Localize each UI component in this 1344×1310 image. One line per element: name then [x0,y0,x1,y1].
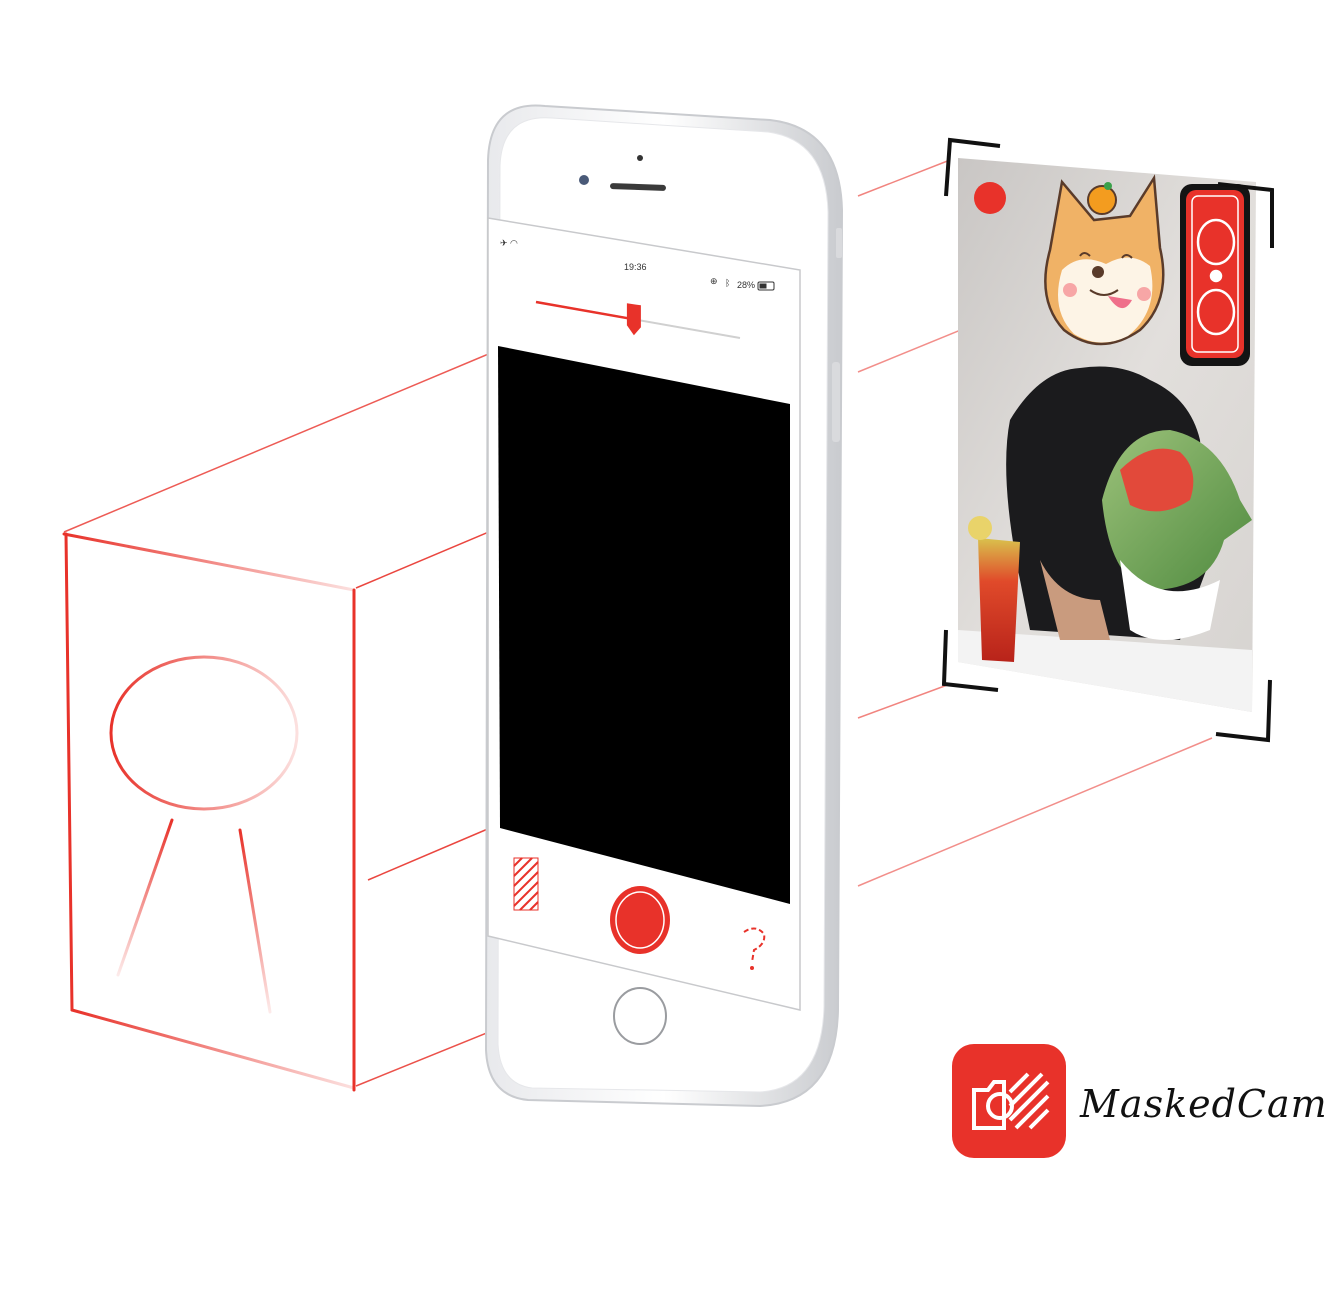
bluetooth-icon: ᛒ [725,278,730,288]
shiba-mask-sticker [1044,174,1165,346]
airplane-icon: ✈ ◠ [500,238,518,248]
figure-left-leg [116,818,174,977]
volume-button [832,362,840,442]
front-camera-icon [579,175,589,185]
shutter-button[interactable] [610,886,670,954]
camera-switch-toggle[interactable] [1180,184,1250,366]
maskedcam-logo-icon [952,1044,1066,1158]
battery-percent: 28% [737,280,755,290]
viewfinder [498,346,790,904]
brand-name: MaskedCam [1080,1082,1328,1126]
status-time: 19:36 [624,262,647,272]
juice-glass [978,538,1020,662]
figure-right-leg [238,828,272,1014]
figure-head-icon [109,655,299,811]
preview-card [958,158,1256,712]
location-icon: ⊕ [710,276,718,286]
camera-box-illustration [62,532,356,1092]
phone-screen: ✈ ◠ 19:36 ⊕ ᛒ 28% [487,217,801,1011]
home-button[interactable] [613,987,667,1045]
record-dot-icon[interactable] [974,182,1006,214]
